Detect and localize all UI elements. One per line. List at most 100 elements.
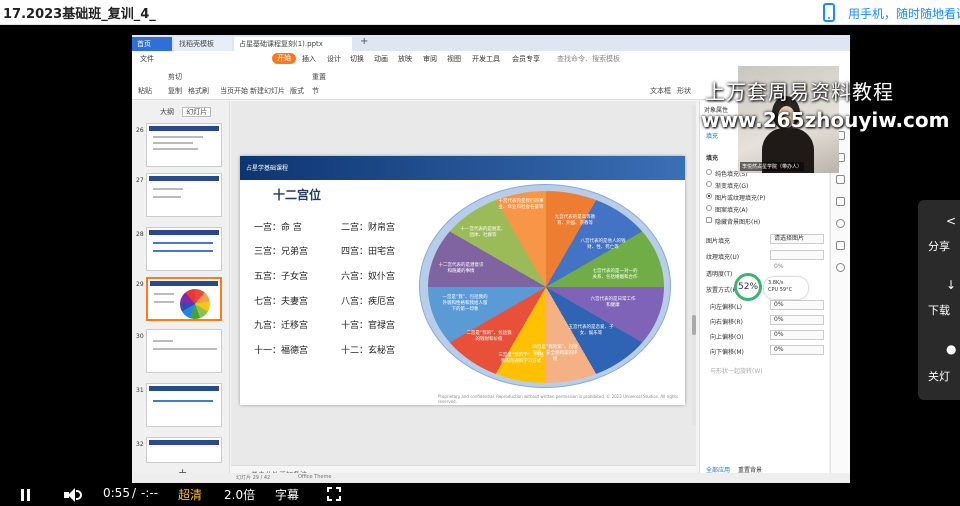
offset-up-input[interactable]: 0% bbox=[770, 330, 824, 340]
gauge-unit: % bbox=[749, 282, 758, 292]
offset-down-input[interactable]: 0% bbox=[770, 345, 824, 355]
menu-file[interactable]: 文件 bbox=[140, 54, 154, 64]
lights-off-button[interactable]: 关灯 bbox=[918, 368, 960, 384]
slide-header-text: 占星学基础课程 bbox=[246, 165, 289, 172]
scrollbar-thumb[interactable] bbox=[692, 315, 696, 335]
slide-thumbnail[interactable] bbox=[146, 173, 222, 217]
offset-right-input[interactable]: 0% bbox=[770, 315, 824, 325]
thumb-number: 31 bbox=[136, 387, 144, 394]
shape-button[interactable]: 形状 bbox=[677, 86, 691, 96]
slide-thumbnail[interactable] bbox=[146, 227, 222, 271]
video-player[interactable]: 首页 找稻壳模板 占星基础课程复刻(1).pptx + 文件 开始 插入 设计 … bbox=[0, 35, 960, 506]
thumbnail-tabs: 大纲 幻灯片 bbox=[160, 107, 217, 117]
houses-pie-diagram[interactable]: 十宫代表的是我们的事业、众业和社会名誉等 九宫代表的是高等教育、外国、宗教等 八… bbox=[419, 184, 671, 388]
offset-label: 向下偏移(M) bbox=[710, 349, 744, 356]
house-item: 十一：福德宫 bbox=[254, 346, 309, 356]
location-icon[interactable] bbox=[836, 219, 845, 228]
share-button[interactable]: 分享 bbox=[918, 238, 960, 254]
slide-thumbnail[interactable] bbox=[146, 383, 222, 427]
player-side-panel: < 分享 ↓ 下载 ● 关灯 bbox=[918, 200, 960, 400]
wps-menu-bar: 文件 开始 插入 设计 切换 动画 放映 审阅 视图 开发工具 会员专享 查找命… bbox=[132, 51, 850, 66]
lightbulb-icon[interactable]: ● bbox=[946, 342, 956, 356]
subtitle-button[interactable]: 字幕 bbox=[275, 486, 299, 503]
option-label: 图片或纹理填充(P) bbox=[715, 195, 766, 202]
menu-design[interactable]: 设计 bbox=[327, 54, 341, 64]
tab-templates[interactable]: 找稻壳模板 bbox=[174, 37, 232, 51]
transparency-label: 透明度(T) bbox=[706, 271, 733, 278]
house-item: 一宫：命 宫 bbox=[254, 223, 302, 233]
menu-animation[interactable]: 动画 bbox=[374, 54, 388, 64]
mobile-phone-icon[interactable] bbox=[823, 3, 835, 22]
pie-label: 二宫是“我的”、包括我的钱财和价值 bbox=[466, 331, 512, 342]
menu-member[interactable]: 会员专享 bbox=[512, 54, 540, 64]
fullscreen-icon[interactable] bbox=[327, 487, 341, 501]
tab-home[interactable]: 首页 bbox=[132, 37, 172, 51]
quality-button[interactable]: 超清 bbox=[178, 486, 202, 503]
reset-button[interactable]: 重置 bbox=[312, 72, 326, 82]
speed-button[interactable]: 2.0倍 bbox=[224, 486, 255, 503]
slide-title: 十二宫位 bbox=[273, 188, 322, 202]
pie-label: 五宫代表的是恋爱、子女、娱乐等 bbox=[568, 325, 614, 336]
canvas-scrollbar[interactable] bbox=[692, 105, 696, 425]
radio-picture-fill[interactable] bbox=[706, 193, 712, 199]
share-icon[interactable] bbox=[836, 241, 845, 250]
slide-canvas: 占星学基础课程 十二宫位 一宫：命 宫 三宫：兄弟宫 五宫：子女宫 七宫：夫妻宫… bbox=[231, 101, 696, 473]
animation-icon[interactable] bbox=[836, 197, 845, 206]
offset-left-input[interactable]: 0% bbox=[770, 300, 824, 310]
menu-slideshow[interactable]: 放映 bbox=[398, 54, 412, 64]
paste-button[interactable]: 粘贴 bbox=[138, 86, 152, 96]
picture-fill-select[interactable]: 请选择图片 bbox=[770, 234, 824, 244]
pie-label: 七宫代表的是一对一的关系、包括婚姻和合作 bbox=[592, 269, 638, 280]
section-button[interactable]: 节 bbox=[312, 86, 319, 96]
texture-select[interactable] bbox=[770, 250, 824, 260]
textbox-button[interactable]: 文本框 bbox=[650, 86, 671, 96]
volume-icon[interactable] bbox=[64, 488, 82, 502]
picture-fill-label: 图片填充 bbox=[706, 238, 731, 245]
house-item: 十二：玄秘宫 bbox=[341, 346, 396, 356]
wps-tab-bar: 首页 找稻壳模板 占星基础课程复刻(1).pptx + bbox=[132, 35, 850, 51]
slide-thumbnail-selected[interactable] bbox=[146, 277, 222, 321]
slide[interactable]: 占星学基础课程 十二宫位 一宫：命 宫 三宫：兄弟宫 五宫：子女宫 七宫：夫妻宫… bbox=[240, 156, 685, 405]
pause-icon[interactable] bbox=[20, 489, 32, 501]
download-button[interactable]: 下载 bbox=[918, 302, 960, 318]
radio-solid-fill[interactable] bbox=[706, 169, 712, 175]
slide-thumbnail[interactable] bbox=[146, 123, 222, 167]
option-label: 渐变填充(G) bbox=[715, 183, 749, 190]
fill-section-title: 填充 bbox=[706, 155, 719, 162]
cut-button[interactable]: 剪切 bbox=[168, 72, 182, 82]
pie-label: 一宫是“我”、包括我的外貌和性格和我给人留下的第一印象 bbox=[442, 295, 488, 312]
copy-button[interactable]: 复制 bbox=[168, 86, 182, 96]
menu-review[interactable]: 审阅 bbox=[423, 54, 437, 64]
radio-gradient-fill[interactable] bbox=[706, 181, 712, 187]
radio-pattern-fill[interactable] bbox=[706, 205, 712, 211]
rotate-with-shape-checkbox[interactable]: 与形状一起旋转(W) bbox=[710, 366, 763, 375]
menu-transitions[interactable]: 切换 bbox=[350, 54, 364, 64]
menu-developer[interactable]: 开发工具 bbox=[472, 54, 500, 64]
net-upload: 3.8K/s bbox=[768, 280, 784, 286]
time-separator: / bbox=[132, 486, 137, 500]
tab-outline[interactable]: 大纲 bbox=[160, 108, 174, 116]
menu-home[interactable]: 开始 bbox=[272, 53, 296, 64]
tab-slides[interactable]: 幻灯片 bbox=[182, 107, 212, 117]
slide-thumbnail[interactable] bbox=[146, 437, 222, 463]
slide-thumbnail[interactable] bbox=[146, 329, 222, 373]
download-icon[interactable]: ↓ bbox=[946, 278, 956, 292]
house-item: 五宫：子女宫 bbox=[254, 272, 309, 282]
menu-insert[interactable]: 插入 bbox=[302, 54, 316, 64]
style-icon[interactable] bbox=[836, 175, 845, 184]
checkbox-hide-bg[interactable] bbox=[706, 217, 712, 223]
play-from-current-button[interactable]: 当页开始 bbox=[220, 86, 248, 96]
tab-document[interactable]: 占星基础课程复刻(1).pptx bbox=[234, 37, 352, 51]
format-painter-button[interactable]: 格式刷 bbox=[188, 86, 209, 96]
help-icon[interactable] bbox=[836, 263, 845, 272]
tab-fill[interactable]: 填充 bbox=[706, 131, 718, 140]
new-slide-button[interactable]: 新建幻灯片 bbox=[250, 86, 285, 96]
player-controls: 0:55 / -:-- 超清 2.0倍 字幕 bbox=[0, 482, 960, 506]
network-monitor: 3.8K/s CPU 59°C bbox=[764, 277, 808, 299]
menu-view[interactable]: 视图 bbox=[447, 54, 461, 64]
new-tab-icon[interactable]: + bbox=[360, 36, 368, 47]
layout-button[interactable]: 版式 bbox=[290, 86, 304, 96]
share-icon[interactable]: < bbox=[946, 214, 956, 228]
command-search[interactable]: 查找命令、搜索模板 bbox=[557, 54, 620, 64]
mobile-promo-link[interactable]: 用手机，随时随地看课 bbox=[848, 5, 960, 22]
